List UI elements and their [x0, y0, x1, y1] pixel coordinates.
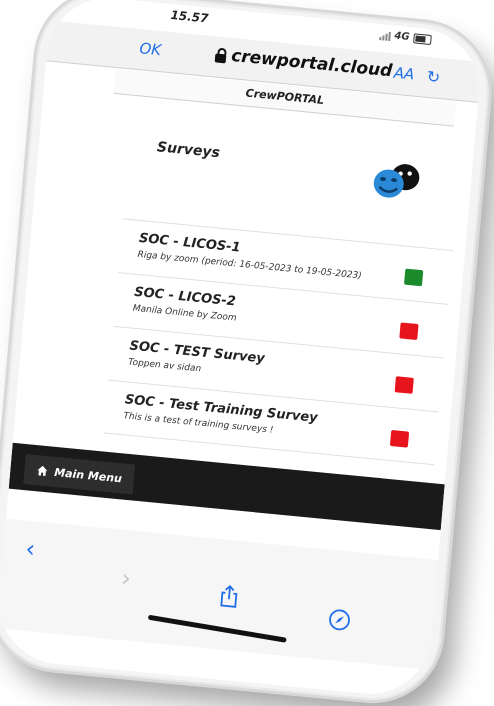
status-indicators: 4G [379, 29, 432, 45]
done-button[interactable]: OK [139, 39, 162, 59]
status-badge [389, 429, 410, 448]
phone-frame: 15.57 4G OK crewportal.cloud AA ↻ CrewPO… [0, 0, 494, 706]
home-indicator [147, 614, 287, 643]
status-badge [394, 376, 414, 394]
battery-icon [413, 32, 432, 45]
forward-chevron-icon[interactable]: › [120, 564, 132, 593]
status-badge [399, 322, 419, 341]
back-chevron-icon[interactable]: ‹ [24, 535, 36, 564]
share-icon[interactable] [217, 583, 241, 609]
lock-icon [214, 52, 227, 63]
status-badge [403, 268, 424, 287]
page-title: Surveys [156, 139, 221, 162]
url-host-text: crewportal.cloud [230, 45, 394, 82]
survey-list: SOC - LICOS-1 Riga by zoom (period: 16-0… [103, 218, 454, 466]
status-time: 15.57 [169, 7, 209, 26]
reload-icon[interactable]: ↻ [426, 67, 441, 87]
network-label: 4G [393, 30, 411, 43]
main-menu-label: Main Menu [53, 465, 123, 485]
main-menu-button[interactable]: Main Menu [23, 454, 136, 495]
signal-icon [379, 30, 391, 41]
reader-settings-button[interactable]: AA [393, 64, 415, 84]
screen: 15.57 4G OK crewportal.cloud AA ↻ CrewPO… [0, 0, 485, 700]
compass-icon[interactable] [328, 608, 352, 632]
home-icon [37, 465, 48, 477]
theater-masks-icon [373, 164, 420, 198]
url-field[interactable]: crewportal.cloud [214, 44, 393, 81]
